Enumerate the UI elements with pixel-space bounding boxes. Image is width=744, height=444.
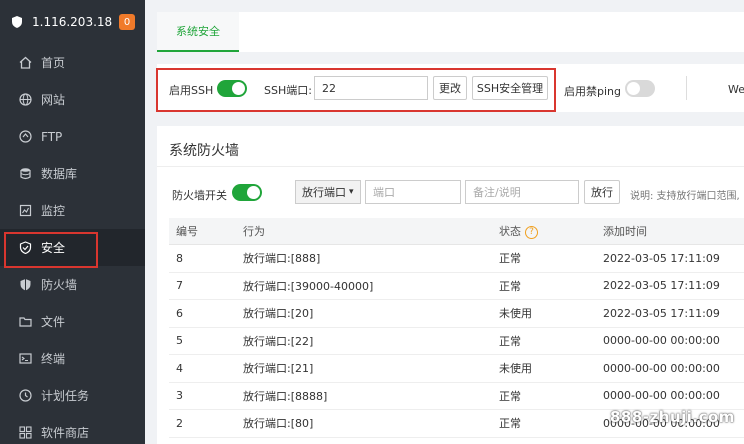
- monitor-icon: [18, 204, 32, 218]
- ftp-icon: [18, 130, 32, 144]
- cell-time: 0000-00-00 00:00:00: [603, 334, 720, 348]
- apps-grid-icon: [18, 426, 32, 440]
- cell-id: 5: [176, 334, 183, 348]
- sidebar: 1.116.203.18 0 首页 网站 FTP 数据库 监控 安全 防火墙 文…: [0, 0, 145, 444]
- sidebar-item-terminal[interactable]: 终端: [0, 340, 145, 377]
- column-header-time[interactable]: 添加时间: [596, 223, 744, 239]
- cell-status: 正常: [499, 334, 521, 348]
- cell-id: 2: [176, 416, 183, 430]
- ssh-highlight-box: [156, 68, 556, 112]
- cell-id: 8: [176, 251, 183, 265]
- cell-action: 放行端口:[22]: [243, 334, 314, 348]
- sidebar-item-label: 网站: [41, 93, 66, 107]
- cell-action: 放行端口:[80]: [243, 417, 314, 431]
- sidebar-item-files[interactable]: 文件: [0, 303, 145, 340]
- cell-time: 2022-03-05 17:11:09: [603, 279, 720, 293]
- notification-badge[interactable]: 0: [119, 14, 135, 30]
- cell-time: 2022-03-05 17:11:09: [603, 251, 720, 265]
- status-header-label: 状态: [499, 225, 521, 238]
- cell-id: 7: [176, 279, 183, 293]
- folder-icon: [18, 315, 32, 329]
- hint-text: 说明: 支持放行端口范围,: [630, 191, 740, 202]
- site-watermark: 888-zhuji.com: [610, 408, 735, 426]
- cell-action: 放行端口:[20]: [243, 307, 314, 321]
- table-header: 编号 行为 状态? 添加时间: [169, 218, 744, 245]
- cell-status: 正常: [499, 252, 521, 266]
- column-header-id[interactable]: 编号: [169, 223, 236, 239]
- clock-icon: [18, 389, 32, 403]
- tab-bar: 系统安全: [157, 12, 744, 52]
- cell-action: 放行端口:[8888]: [243, 389, 328, 403]
- cell-time: 0000-00-00 00:00:00: [603, 361, 720, 375]
- table-row: 6 放行端口:[20] 未使用 2022-03-05 17:11:09: [169, 300, 744, 328]
- tab-system-security[interactable]: 系统安全: [157, 12, 239, 52]
- truncated-label: We: [728, 83, 744, 96]
- sidebar-item-label: 首页: [41, 56, 66, 70]
- table-row: 3 放行端口:[8888] 正常 0000-00-00 00:00:00: [169, 383, 744, 410]
- security-highlight-box: [4, 232, 98, 268]
- sidebar-item-website[interactable]: 网站: [0, 81, 145, 118]
- firewall-shield-icon: [18, 278, 32, 292]
- cell-time: 0000-00-00 00:00:00: [603, 389, 720, 403]
- cell-time: 2022-03-05 17:11:09: [603, 306, 720, 320]
- sidebar-item-label: 监控: [41, 204, 66, 218]
- sidebar-item-label: 软件商店: [41, 426, 90, 440]
- sidebar-item-label: 防火墙: [41, 278, 78, 292]
- cell-action: 放行端口:[21]: [243, 362, 314, 376]
- database-icon: [18, 167, 32, 181]
- sidebar-item-database[interactable]: 数据库: [0, 155, 145, 192]
- cell-status: 正常: [499, 279, 521, 293]
- firewall-switch-label: 防火墙开关: [172, 189, 227, 202]
- divider: [157, 166, 744, 167]
- table-row: 8 放行端口:[888] 正常 2022-03-05 17:11:09: [169, 245, 744, 273]
- help-question-icon[interactable]: ?: [525, 225, 538, 239]
- server-ip: 1.116.203.18: [32, 15, 113, 29]
- sidebar-item-home[interactable]: 首页: [0, 44, 145, 81]
- terminal-icon: [18, 352, 32, 366]
- column-header-status[interactable]: 状态?: [492, 223, 596, 239]
- firewall-toggle[interactable]: [232, 184, 262, 201]
- sidebar-item-monitor[interactable]: 监控: [0, 192, 145, 229]
- sidebar-item-label: 终端: [41, 352, 66, 366]
- home-icon: [18, 56, 32, 70]
- sidebar-item-ftp[interactable]: FTP: [0, 118, 145, 155]
- rule-type-value: 放行端口: [302, 186, 346, 199]
- firewall-table: 编号 行为 状态? 添加时间 8 放行端口:[888] 正常 2022-03-0…: [169, 218, 744, 438]
- cell-status: 未使用: [499, 362, 532, 376]
- sidebar-item-label: 计划任务: [41, 389, 90, 403]
- cell-id: 3: [176, 389, 183, 403]
- cell-status: 未使用: [499, 307, 532, 321]
- sidebar-item-app-store[interactable]: 软件商店: [0, 414, 145, 444]
- port-input[interactable]: 端口: [365, 180, 461, 204]
- firewall-title: 系统防火墙: [169, 143, 239, 159]
- column-header-action[interactable]: 行为: [236, 223, 492, 239]
- cell-status: 正常: [499, 389, 521, 403]
- cell-status: 正常: [499, 417, 521, 431]
- server-logo-icon: [12, 16, 22, 28]
- sidebar-item-firewall[interactable]: 防火墙: [0, 266, 145, 303]
- sidebar-item-label: 数据库: [41, 167, 78, 181]
- ping-toggle[interactable]: [625, 80, 655, 97]
- cell-action: 放行端口:[888]: [243, 252, 321, 266]
- divider: [686, 76, 687, 100]
- cell-id: 6: [176, 306, 183, 320]
- sidebar-item-label: FTP: [41, 129, 63, 144]
- rule-type-select[interactable]: 放行端口 ▾: [295, 180, 361, 204]
- cell-action: 放行端口:[39000-40000]: [243, 279, 374, 293]
- globe-icon: [18, 93, 32, 107]
- ping-label: 启用禁ping: [564, 85, 621, 98]
- table-row: 4 放行端口:[21] 未使用 0000-00-00 00:00:00: [169, 355, 744, 383]
- sidebar-item-cron[interactable]: 计划任务: [0, 377, 145, 414]
- chevron-down-icon: ▾: [349, 187, 354, 197]
- table-row: 7 放行端口:[39000-40000] 正常 2022-03-05 17:11…: [169, 273, 744, 300]
- table-row: 5 放行端口:[22] 正常 0000-00-00 00:00:00: [169, 328, 744, 355]
- allow-port-button[interactable]: 放行: [584, 180, 620, 204]
- sidebar-item-label: 文件: [41, 315, 66, 329]
- cell-id: 4: [176, 361, 183, 375]
- note-input[interactable]: 备注/说明: [465, 180, 579, 204]
- sidebar-header: 1.116.203.18 0: [0, 0, 145, 44]
